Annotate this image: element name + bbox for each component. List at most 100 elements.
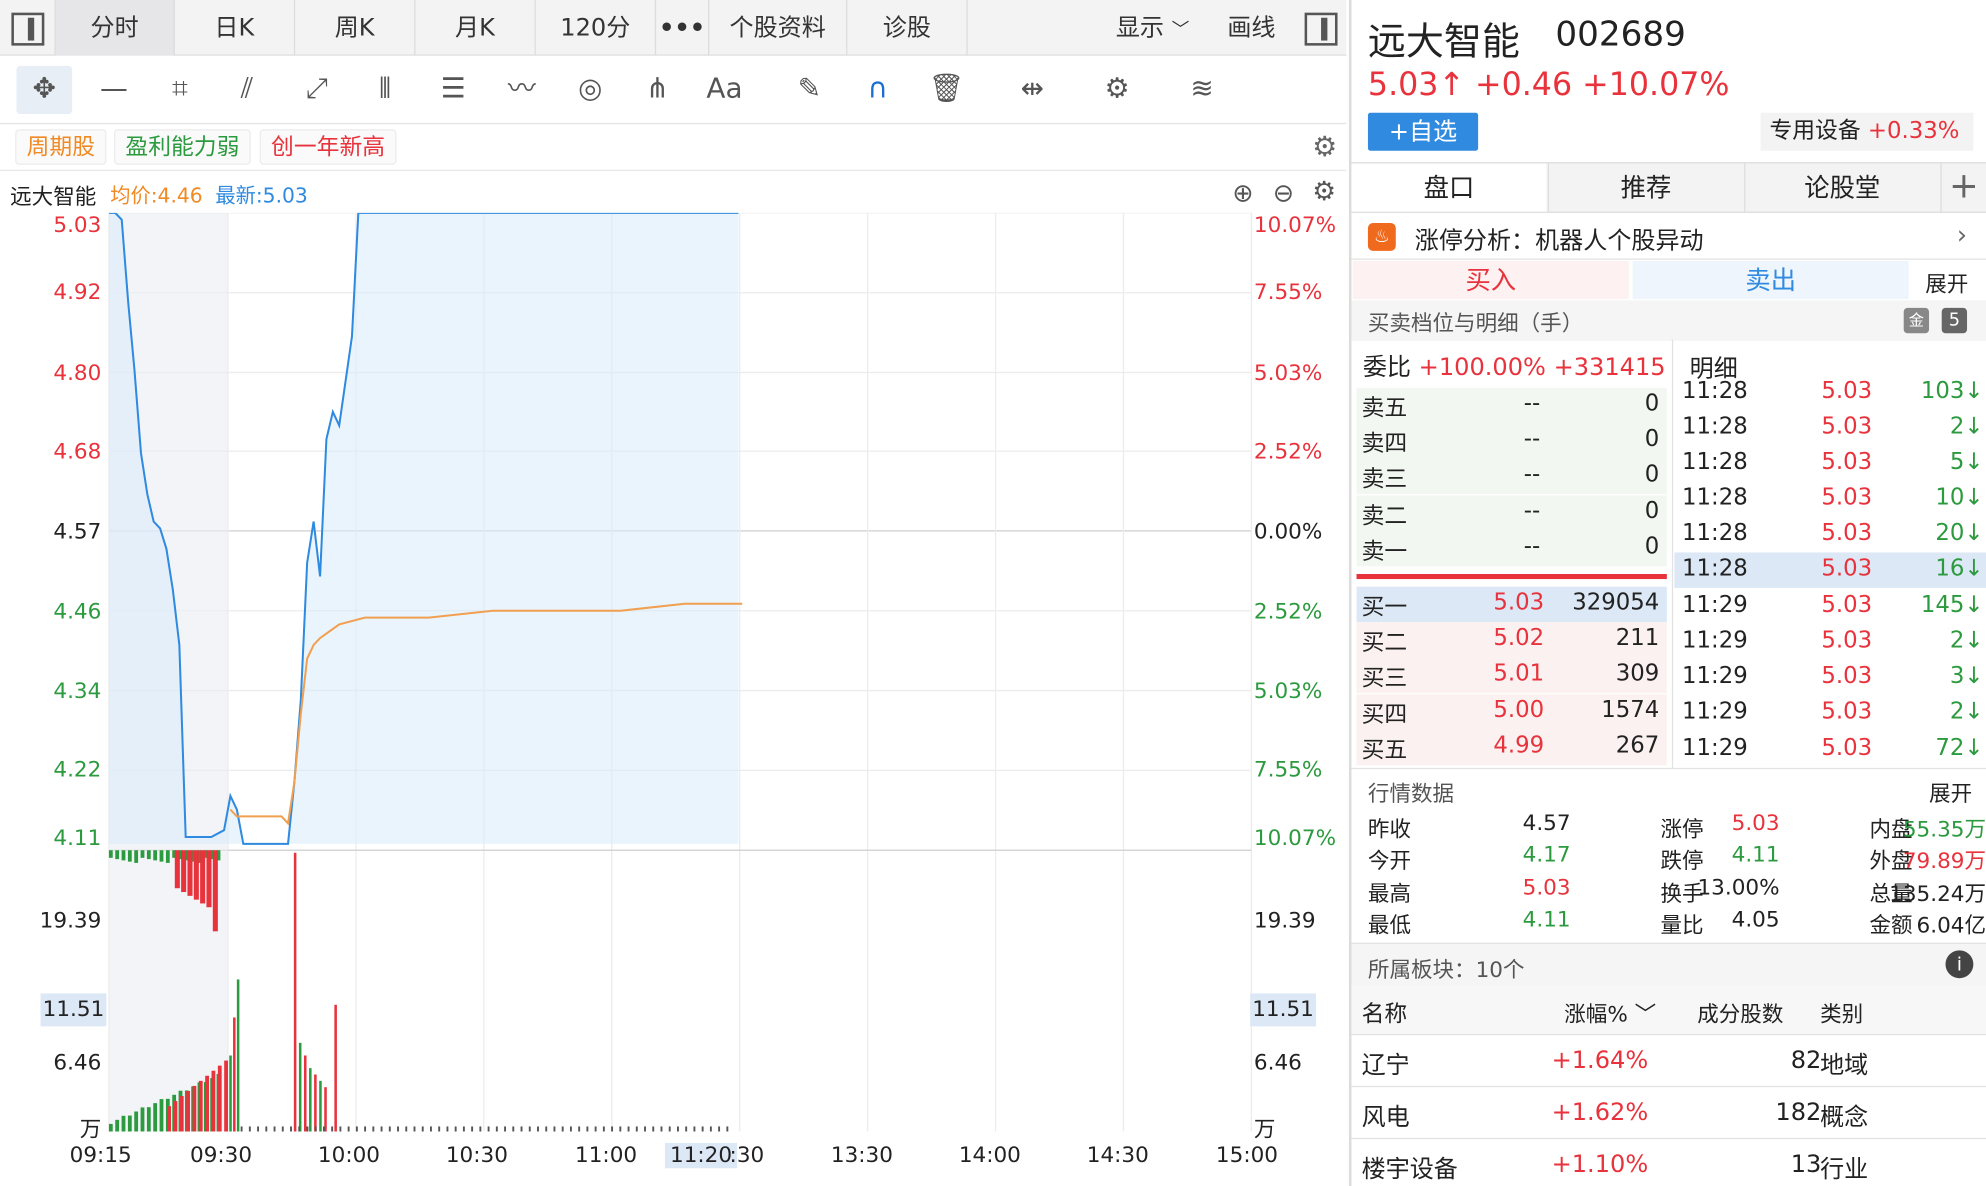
buy-button[interactable]: 买入 <box>1352 261 1629 300</box>
line-icon[interactable]: — <box>86 66 142 114</box>
trade-detail-row: 11:28 5.03 20↓ <box>1674 517 1986 552</box>
trade-detail-row: 11:28 5.03 10↓ <box>1674 481 1986 516</box>
tab-profile[interactable]: 个股资料 <box>709 0 848 56</box>
volume-bar <box>454 1126 457 1132</box>
tab-daily-k[interactable]: 日K <box>175 0 296 56</box>
tab-monthly-k[interactable]: 月K <box>415 0 536 56</box>
draw-line-button[interactable]: 画线 <box>1207 0 1296 56</box>
trade-time: 11:28 <box>1682 554 1748 582</box>
tab-orderbook[interactable]: 盘口 <box>1351 163 1547 212</box>
news-bar[interactable]: ♨ 涨停分析：机器人个股异动 › <box>1351 214 1986 260</box>
trash-icon[interactable]: 🗑 <box>918 66 974 114</box>
cycle-icon[interactable]: ◎ <box>562 66 618 114</box>
crop-icon[interactable]: ⌗ <box>152 66 208 114</box>
volume-bar <box>236 979 240 1132</box>
current-price: 5.03↑ <box>1367 65 1465 103</box>
fork-icon[interactable]: ⋔ <box>630 66 686 114</box>
trade-time: 11:28 <box>1682 377 1748 405</box>
market-label: 今开 <box>1367 848 1411 875</box>
sidebar-toggle[interactable] <box>0 0 56 56</box>
sell-button[interactable]: 卖出 <box>1632 261 1909 300</box>
sector-row[interactable]: 辽宁 +1.64% 82 地域 <box>1351 1033 1986 1086</box>
trade-volume: 3↓ <box>1949 662 1984 690</box>
time-axis-label: 13:30 <box>830 1142 893 1169</box>
tab-120min[interactable]: 120分 <box>536 0 657 56</box>
ask-row[interactable]: 卖五 -- 0 <box>1356 387 1667 424</box>
tab-forum[interactable]: 论股堂 <box>1744 163 1939 212</box>
tab-diagnosis[interactable]: 诊股 <box>847 0 968 56</box>
eraser-icon[interactable]: ✎ <box>781 66 837 114</box>
volume-bar <box>545 1126 548 1132</box>
panel-toggle[interactable] <box>1296 0 1347 56</box>
depth-badge[interactable]: 5 <box>1941 307 1968 334</box>
weibi-pct: +100.00% <box>1418 353 1546 382</box>
fit-icon[interactable]: ⇹ <box>1004 66 1060 114</box>
layers-icon[interactable]: ≋ <box>1174 66 1230 114</box>
ask-row[interactable]: 卖三 -- 0 <box>1356 458 1667 495</box>
intraday-chart[interactable] <box>0 212 1346 1132</box>
zoom-out-icon[interactable]: ⊖ <box>1273 177 1294 207</box>
market-value: 135.24万 <box>1889 881 1986 908</box>
segment-icon[interactable]: ⤢ <box>289 66 345 114</box>
text-icon[interactable]: Aa <box>697 66 753 114</box>
market-value: 55.35万 <box>1902 817 1986 843</box>
sector-badge[interactable]: 专用设备 +0.33% <box>1760 112 1974 151</box>
tag-settings-icon[interactable]: ⚙ <box>1312 132 1337 164</box>
ask-volume: 0 <box>1644 390 1660 417</box>
tab-weekly-k[interactable]: 周K <box>295 0 416 56</box>
zoom-in-icon[interactable]: ⊕ <box>1232 177 1253 207</box>
tag-new-high[interactable]: 创一年新高 <box>259 129 397 165</box>
trade-price: 5.03 <box>1821 377 1873 405</box>
volume-bar <box>430 1126 432 1132</box>
trade-expand-button[interactable]: 展开 <box>1925 266 1968 297</box>
tag-cyclical[interactable]: 周期股 <box>15 129 107 165</box>
ask-volume: 0 <box>1644 497 1660 525</box>
bid-price: 5.01 <box>1493 660 1545 687</box>
bid-row[interactable]: 买三 5.01 309 <box>1356 657 1667 694</box>
volume-bar <box>619 1126 622 1132</box>
trade-time: 11:29 <box>1682 734 1748 762</box>
settings-icon[interactable]: ⚙ <box>1089 66 1145 114</box>
tag-weak-profit[interactable]: 盈利能力弱 <box>113 129 251 165</box>
price-axis-label: 4.22 <box>53 757 102 784</box>
time-axis-label: 11:00 <box>575 1142 638 1169</box>
col-pct[interactable]: 涨幅% ﹀ <box>1564 996 1656 1027</box>
col-count: 成分股数 <box>1697 1002 1784 1028</box>
market-expand-button[interactable]: 展开 <box>1929 775 1972 807</box>
col-type: 类别 <box>1820 1002 1864 1028</box>
bid-volume: 1574 <box>1601 696 1660 724</box>
chart-settings-icon[interactable]: ⚙ <box>1312 176 1336 206</box>
ask-row[interactable]: 卖四 -- 0 <box>1356 423 1667 459</box>
add-watchlist-button[interactable]: +自选 <box>1367 112 1479 151</box>
tab-recommend[interactable]: 推荐 <box>1547 163 1743 212</box>
level2-icon[interactable]: 金 <box>1903 307 1930 334</box>
magnet-icon[interactable]: ∩ <box>850 66 906 114</box>
wave-icon[interactable]: 〰 <box>494 66 550 114</box>
sector-row[interactable]: 楼宇设备 +1.10% 13 行业 <box>1351 1137 1986 1186</box>
trade-detail-row: 11:29 5.03 145↓ <box>1674 589 1986 624</box>
ask-row[interactable]: 卖二 -- 0 <box>1356 495 1667 531</box>
tab-more[interactable]: ••• <box>656 0 710 56</box>
bid-row[interactable]: 买五 4.99 267 <box>1356 729 1667 766</box>
time-axis-label: 10:30 <box>445 1142 508 1169</box>
trade-detail-row: 11:28 5.03 5↓ <box>1674 446 1986 481</box>
tab-intraday[interactable]: 分时 <box>55 0 175 56</box>
volume-bar <box>372 1126 375 1132</box>
volume-bar <box>108 1123 113 1132</box>
bid-row[interactable]: 买一 5.03 329054 <box>1356 586 1667 623</box>
volume-bar <box>421 1126 424 1132</box>
channel-icon[interactable]: ⦀ <box>357 66 413 114</box>
volume-bar <box>248 1126 251 1132</box>
volume-bar <box>281 1126 284 1132</box>
move-icon[interactable]: ✥ <box>16 65 73 115</box>
fan-icon[interactable]: ⫽ <box>219 66 275 114</box>
add-tab-icon[interactable]: + <box>1940 163 1986 212</box>
label-icon[interactable]: ☰ <box>426 66 482 114</box>
news-text: 涨停分析：机器人个股异动 <box>1414 226 1704 255</box>
sector-row[interactable]: 风电 +1.62% 182 概念 <box>1351 1085 1986 1138</box>
ask-row[interactable]: 卖一 -- 0 <box>1356 530 1667 567</box>
display-menu[interactable]: 显示 ﹀ <box>1098 0 1207 56</box>
bid-row[interactable]: 买二 5.02 211 <box>1356 622 1667 658</box>
info-icon[interactable]: i <box>1945 950 1974 979</box>
bid-row[interactable]: 买四 5.00 1574 <box>1356 694 1667 730</box>
